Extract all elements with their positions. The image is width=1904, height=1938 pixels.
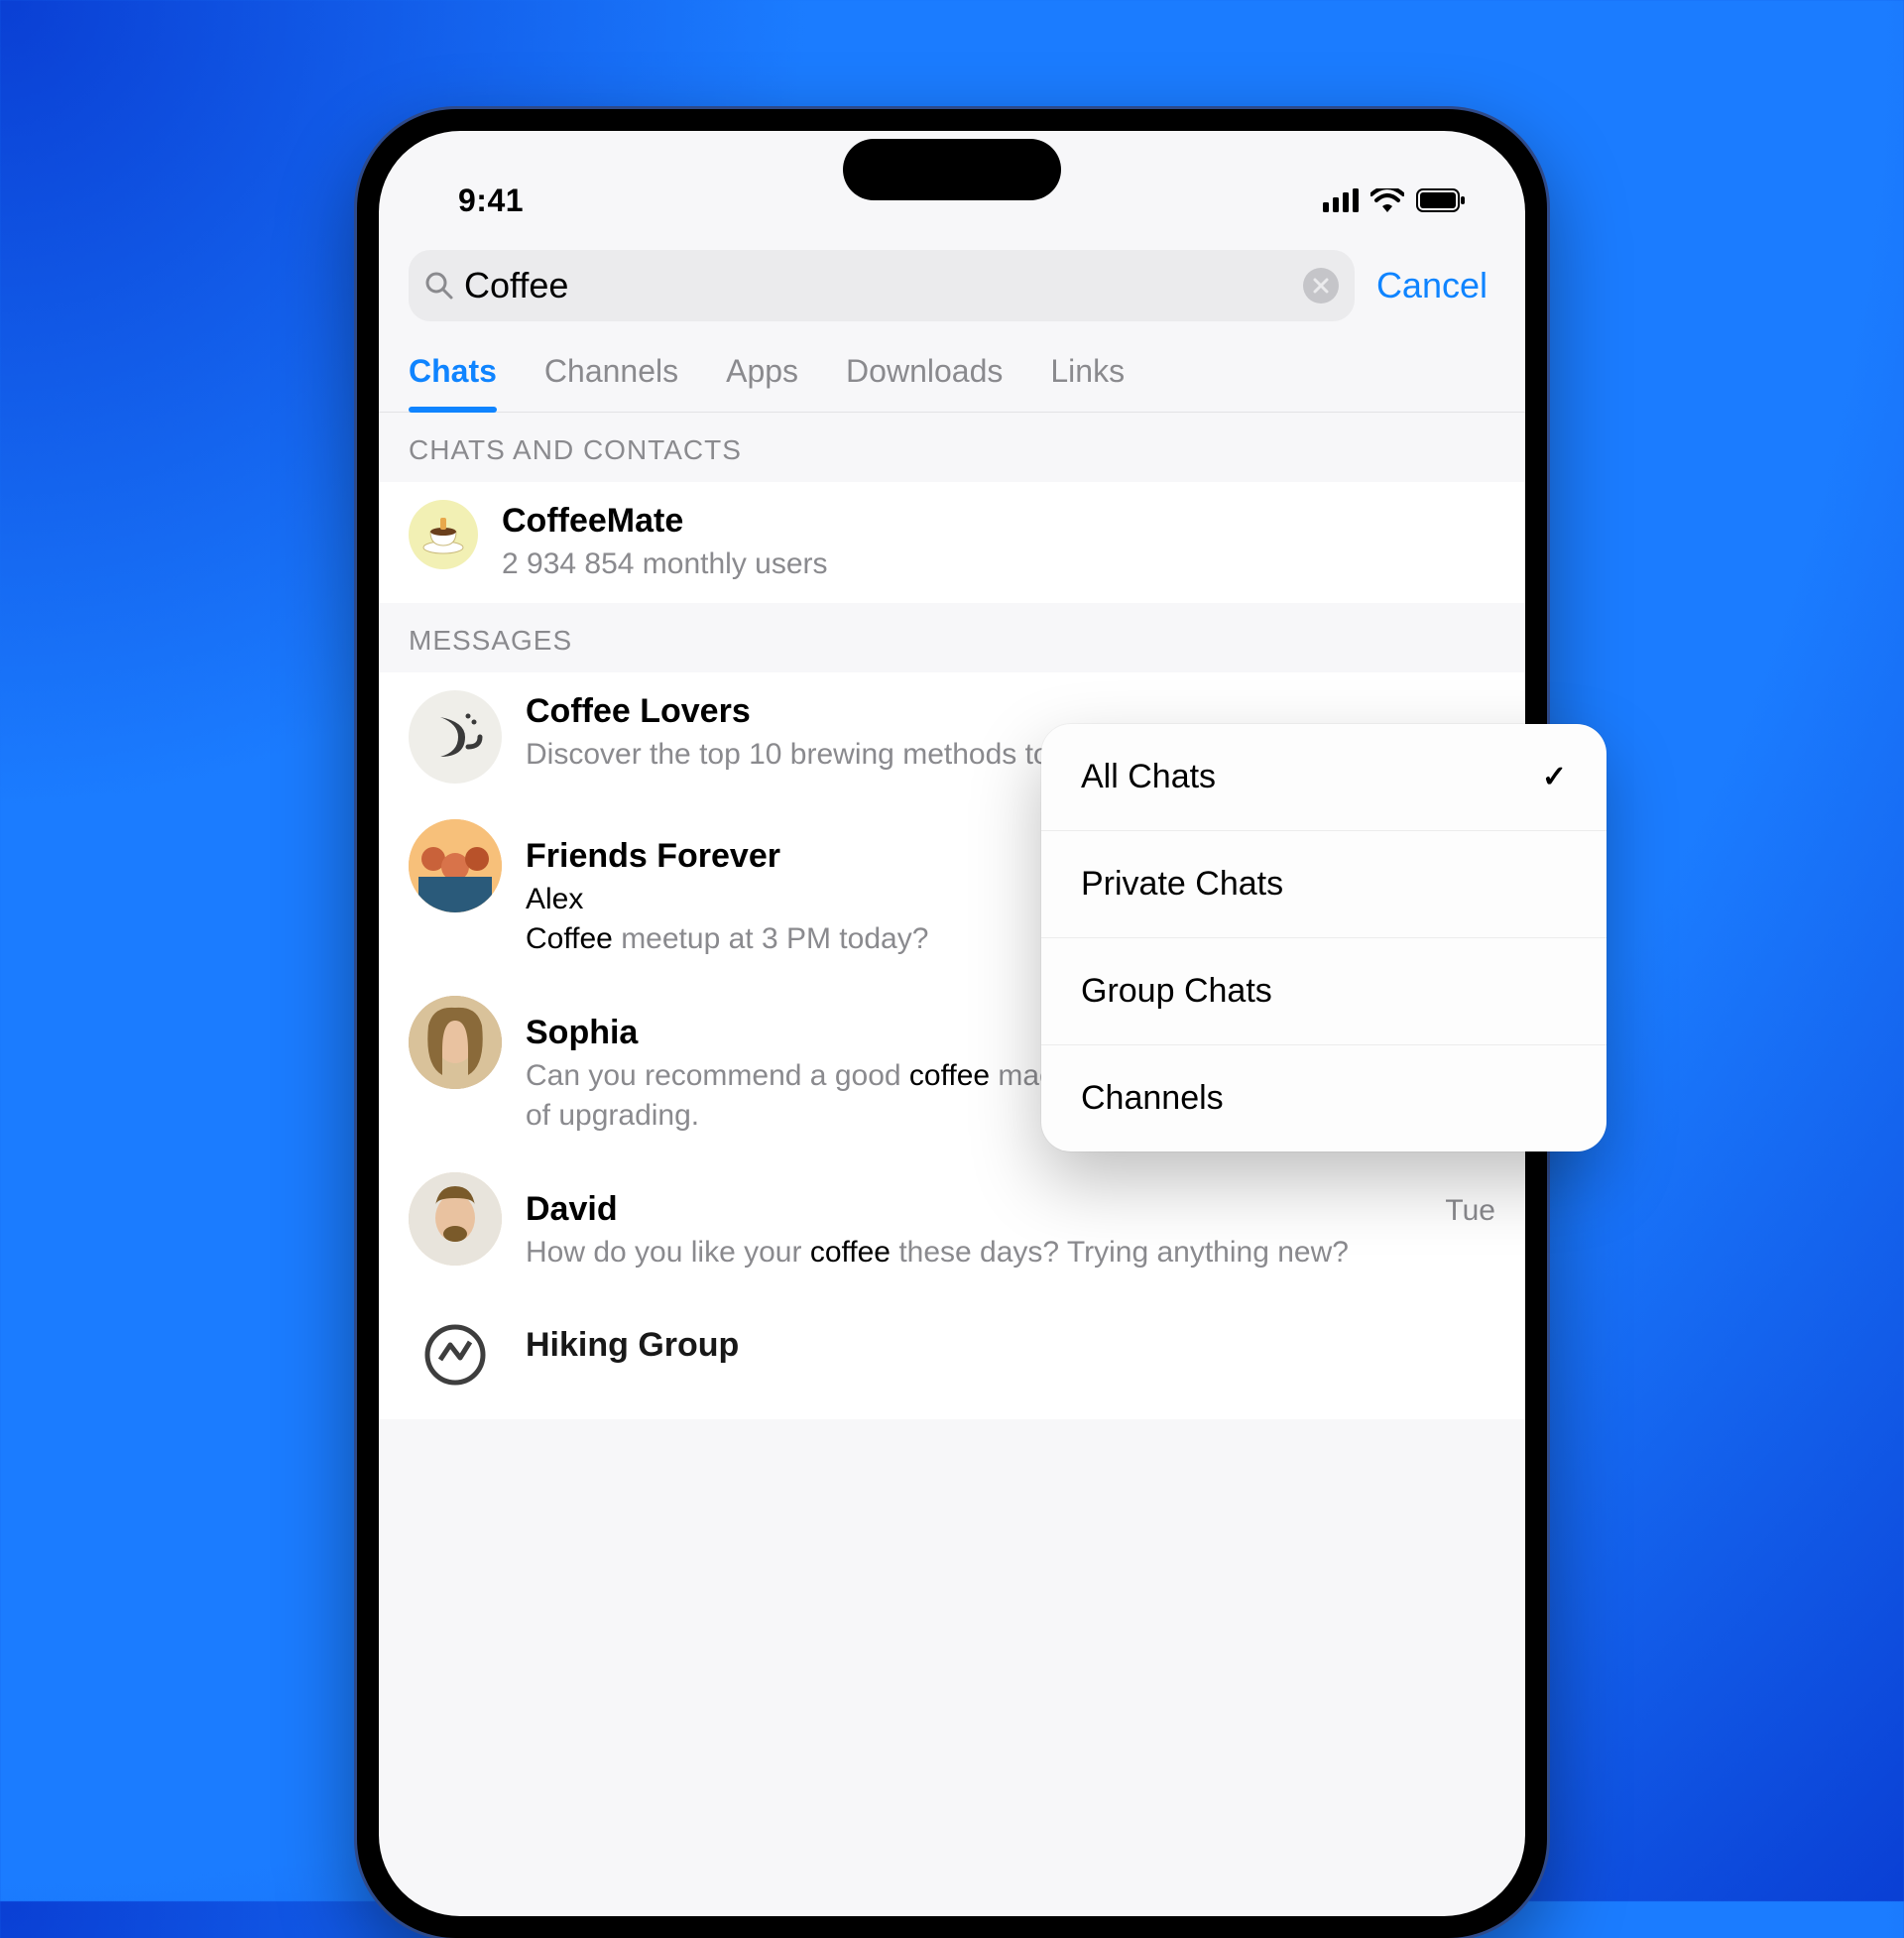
- tab-downloads[interactable]: Downloads: [846, 339, 1003, 412]
- avatar: [409, 1308, 502, 1401]
- cellular-icon: [1323, 188, 1359, 212]
- clear-search-button[interactable]: [1303, 268, 1339, 303]
- chat-preview: How do you like your coffee these days? …: [526, 1233, 1495, 1273]
- tab-apps[interactable]: Apps: [726, 339, 798, 412]
- chat-name: Coffee Lovers: [526, 692, 751, 731]
- chat-name: Sophia: [526, 1014, 638, 1052]
- chat-name: Hiking Group: [526, 1326, 739, 1365]
- search-row: Cancel: [379, 240, 1525, 339]
- contact-name: CoffeeMate: [502, 502, 1495, 541]
- contact-row-coffeemate[interactable]: CoffeeMate 2 934 854 monthly users: [379, 482, 1525, 603]
- chat-name: David: [526, 1190, 618, 1229]
- wifi-icon: [1370, 188, 1404, 212]
- contact-sub: 2 934 854 monthly users: [502, 545, 1495, 585]
- search-field[interactable]: [409, 250, 1355, 321]
- menu-item-channels[interactable]: Channels: [1041, 1044, 1606, 1151]
- menu-item-private-chats[interactable]: Private Chats: [1041, 830, 1606, 937]
- menu-item-label: Private Chats: [1081, 865, 1283, 904]
- section-header-messages: MESSAGES: [379, 603, 1525, 672]
- search-tabs: Chats Channels Apps Downloads Links: [379, 339, 1525, 413]
- contacts-list: CoffeeMate 2 934 854 monthly users: [379, 482, 1525, 603]
- avatar: [409, 996, 502, 1089]
- dynamic-island: [843, 139, 1061, 200]
- tab-channels[interactable]: Channels: [544, 339, 678, 412]
- menu-item-all-chats[interactable]: All Chats ✓: [1041, 724, 1606, 830]
- message-row-hiking-group[interactable]: Hiking Group: [379, 1290, 1525, 1419]
- message-row-david[interactable]: David Tue How do you like your coffee th…: [379, 1154, 1525, 1291]
- menu-item-label: All Chats: [1081, 758, 1216, 796]
- chat-date: Tue: [1435, 1194, 1495, 1228]
- search-input[interactable]: [454, 265, 1303, 306]
- avatar: [409, 500, 478, 569]
- search-icon: [424, 271, 454, 301]
- avatar: [409, 1172, 502, 1266]
- tab-links[interactable]: Links: [1050, 339, 1125, 412]
- row-content: CoffeeMate 2 934 854 monthly users: [502, 500, 1495, 585]
- menu-item-group-chats[interactable]: Group Chats: [1041, 937, 1606, 1044]
- battery-icon: [1416, 188, 1466, 212]
- tab-chats[interactable]: Chats: [409, 339, 497, 412]
- avatar: [409, 819, 502, 912]
- status-time: 9:41: [458, 182, 524, 219]
- section-header-contacts: CHATS AND CONTACTS: [379, 413, 1525, 482]
- status-icons: [1323, 188, 1466, 212]
- chat-name: Friends Forever: [526, 837, 780, 876]
- row-content: Hiking Group: [526, 1308, 1495, 1365]
- filter-menu: All Chats ✓ Private Chats Group Chats Ch…: [1041, 724, 1606, 1151]
- check-icon: ✓: [1542, 760, 1567, 794]
- row-content: David Tue How do you like your coffee th…: [526, 1172, 1495, 1273]
- x-icon: [1313, 278, 1329, 294]
- cancel-button[interactable]: Cancel: [1376, 265, 1495, 306]
- menu-item-label: Group Chats: [1081, 972, 1272, 1011]
- avatar: [409, 690, 502, 784]
- menu-item-label: Channels: [1081, 1079, 1224, 1118]
